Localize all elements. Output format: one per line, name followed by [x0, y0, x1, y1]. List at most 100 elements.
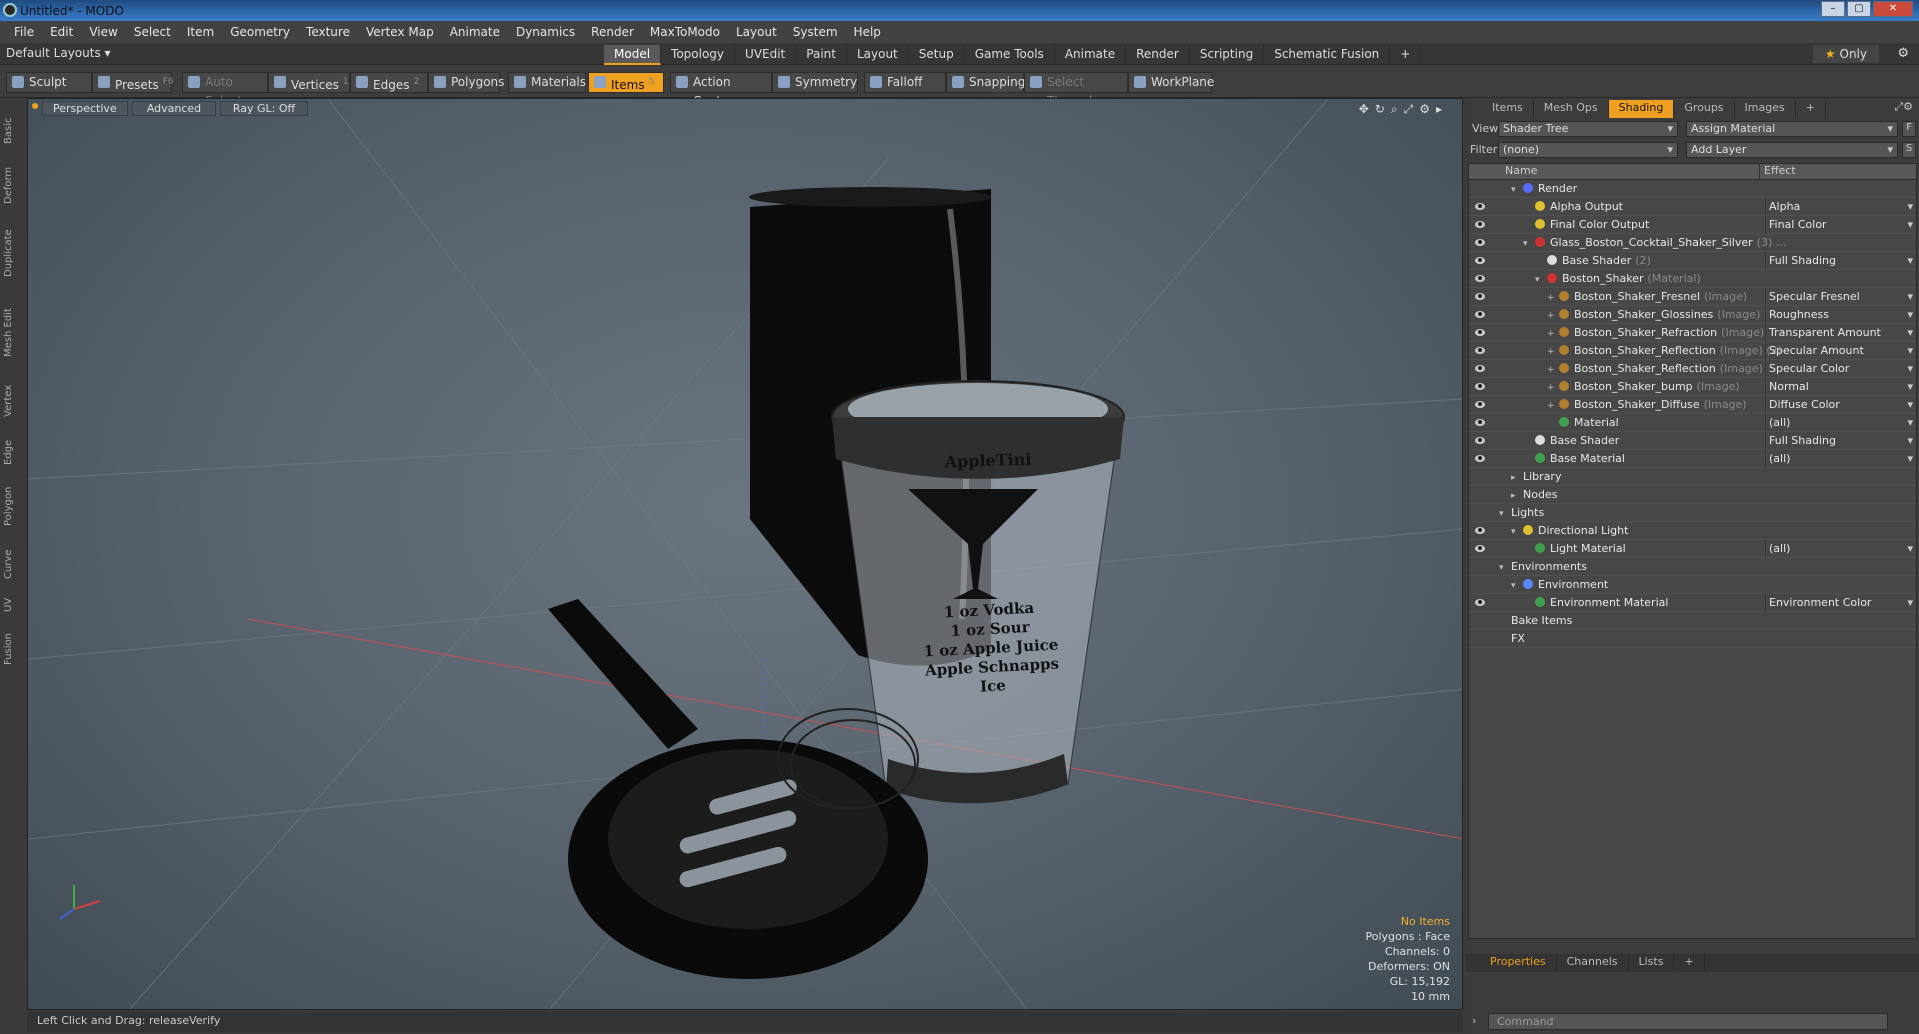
shader-tree-row[interactable]: Base Shader (2) Full Shading: [1469, 252, 1916, 270]
layout-tab[interactable]: Paint: [796, 45, 847, 65]
shader-tree-row[interactable]: + Boston_Shaker_Glossines (Image) Roughness: [1469, 306, 1916, 324]
shader-tree-row[interactable]: + Boston_Shaker_Fresnel (Image) Specular Fr…: [1469, 288, 1916, 306]
tool-tab[interactable]: Polygon: [3, 477, 21, 536]
panel-tab[interactable]: Mesh Ops: [1534, 100, 1609, 118]
shader-tree-row[interactable]: ▾ Lights: [1469, 504, 1916, 522]
expand-toggle-icon[interactable]: ▾: [1511, 577, 1523, 595]
shader-tree-row[interactable]: + Boston_Shaker_bump (Image) Normal: [1469, 378, 1916, 396]
select-through-button[interactable]: Select Through: [1024, 72, 1128, 108]
effect-dropdown[interactable]: Environment Color: [1765, 594, 1916, 612]
column-effect[interactable]: Effect: [1759, 164, 1916, 179]
menu-item[interactable]: Layout: [728, 25, 785, 39]
visibility-eye-icon[interactable]: [1475, 221, 1485, 228]
effect-dropdown[interactable]: Normal: [1765, 378, 1916, 396]
effect-dropdown[interactable]: Specular Fresnel: [1765, 288, 1916, 306]
view-dropdown[interactable]: Shader Tree: [1498, 121, 1678, 137]
assign-material-shortcut[interactable]: F: [1902, 121, 1916, 137]
snapping-button[interactable]: Snapping: [946, 72, 1025, 93]
visibility-eye-icon[interactable]: [1475, 545, 1485, 552]
polygons-button[interactable]: Polygons: [428, 72, 504, 93]
add-layer-shortcut[interactable]: S: [1902, 142, 1916, 158]
expand-toggle-icon[interactable]: ▾: [1511, 181, 1523, 199]
layout-tab[interactable]: Setup: [909, 45, 965, 65]
filter-dropdown[interactable]: (none): [1498, 142, 1678, 158]
visibility-eye-icon[interactable]: [1475, 401, 1485, 408]
gear-icon[interactable]: ⚙: [1897, 46, 1909, 61]
layout-tab[interactable]: Animate: [1055, 45, 1127, 65]
shader-tree-row[interactable]: Final Color Output Final Color: [1469, 216, 1916, 234]
command-input[interactable]: Command: [1488, 1013, 1888, 1030]
visibility-eye-icon[interactable]: [1475, 599, 1485, 606]
visibility-eye-icon[interactable]: [1475, 527, 1485, 534]
visibility-eye-icon[interactable]: [1475, 419, 1485, 426]
layout-tab[interactable]: +: [1390, 45, 1422, 65]
shader-tree-row[interactable]: Material (all): [1469, 414, 1916, 432]
shader-tree-row[interactable]: ▾ Boston_Shaker (Material): [1469, 270, 1916, 288]
menu-item[interactable]: Animate: [442, 25, 508, 39]
shader-tree-row[interactable]: Light Material (all): [1469, 540, 1916, 558]
shader-tree-row[interactable]: Alpha Output Alpha: [1469, 198, 1916, 216]
expand-toggle-icon[interactable]: +: [1547, 307, 1559, 325]
tool-tab[interactable]: Deform: [3, 159, 21, 211]
items-button[interactable]: Items 5: [588, 72, 664, 93]
effect-dropdown[interactable]: Roughness: [1765, 306, 1916, 324]
effect-dropdown[interactable]: Transparent Amount: [1765, 324, 1916, 342]
expand-toggle-icon[interactable]: ▾: [1523, 235, 1535, 253]
layout-tab[interactable]: Topology: [661, 45, 736, 65]
falloff-button[interactable]: Falloff: [864, 72, 946, 93]
visibility-eye-icon[interactable]: [1475, 275, 1485, 282]
properties-tab[interactable]: +: [1674, 954, 1705, 972]
visibility-eye-icon[interactable]: [1475, 203, 1485, 210]
visibility-eye-icon[interactable]: [1475, 257, 1485, 264]
tool-tab[interactable]: Basic: [3, 108, 21, 153]
menu-item[interactable]: Render: [583, 25, 642, 39]
menu-item[interactable]: Dynamics: [508, 25, 583, 39]
column-name[interactable]: Name: [1469, 164, 1759, 179]
shader-tree-row[interactable]: ▸ Nodes: [1469, 486, 1916, 504]
3d-viewport[interactable]: AppleTini 1 oz Vodka 1 oz Sour 1 oz Appl…: [27, 98, 1463, 1010]
vertices-button[interactable]: Vertices 1: [268, 72, 350, 93]
layout-tab[interactable]: Model: [604, 45, 662, 65]
panel-tab[interactable]: +: [1796, 100, 1826, 118]
view-mode-dropdown[interactable]: Perspective: [42, 101, 128, 116]
sculpt-button[interactable]: Sculpt: [6, 72, 92, 93]
effect-dropdown[interactable]: (all): [1765, 450, 1916, 468]
properties-tab[interactable]: Lists: [1629, 954, 1675, 972]
shader-tree-row[interactable]: + Boston_Shaker_Reflection (Image) (2) Spec…: [1469, 342, 1916, 360]
shader-tree-row[interactable]: ▾ Glass_Boston_Cocktail_Shaker_Silver (3) …: [1469, 234, 1916, 252]
visibility-eye-icon[interactable]: [1475, 383, 1485, 390]
expand-toggle-icon[interactable]: +: [1547, 379, 1559, 397]
presets-button[interactable]: Presets F6: [92, 72, 174, 93]
visibility-eye-icon[interactable]: [1475, 239, 1485, 246]
tool-tab[interactable]: UV: [3, 593, 21, 617]
minimize-button[interactable]: –: [1821, 1, 1845, 17]
effect-dropdown[interactable]: Specular Amount: [1765, 342, 1916, 360]
tool-tab[interactable]: Fusion: [3, 623, 21, 675]
ray-gl-toggle[interactable]: Ray GL: Off: [220, 101, 308, 116]
menu-item[interactable]: Select: [126, 25, 179, 39]
menu-item[interactable]: Vertex Map: [358, 25, 442, 39]
effect-dropdown[interactable]: Final Color: [1765, 216, 1916, 234]
shader-tree-row[interactable]: + Boston_Shaker_Reflection (Image) Specular…: [1469, 360, 1916, 378]
expand-toggle-icon[interactable]: +: [1547, 361, 1559, 379]
viewport-menu-icon[interactable]: [32, 103, 38, 109]
menu-item[interactable]: System: [785, 25, 846, 39]
layout-tab[interactable]: Scripting: [1190, 45, 1265, 65]
layout-tab[interactable]: Render: [1126, 45, 1190, 65]
workplane-button[interactable]: WorkPlane: [1128, 72, 1214, 93]
close-button[interactable]: ✕: [1873, 1, 1913, 17]
effect-dropdown[interactable]: Alpha: [1765, 198, 1916, 216]
expand-toggle-icon[interactable]: +: [1547, 397, 1559, 415]
materials-button[interactable]: Materials: [508, 72, 586, 93]
shader-tree-row[interactable]: ▸ Library: [1469, 468, 1916, 486]
menu-item[interactable]: View: [81, 25, 125, 39]
tool-tab[interactable]: Mesh Edit: [3, 296, 21, 369]
panel-tab[interactable]: Shading: [1608, 100, 1675, 118]
panel-tab[interactable]: Images: [1735, 100, 1796, 118]
expand-toggle-icon[interactable]: ▾: [1499, 505, 1511, 523]
edges-button[interactable]: Edges 2: [350, 72, 428, 93]
layout-tab[interactable]: Schematic Fusion: [1264, 45, 1391, 65]
shader-tree-row[interactable]: ▾ Render: [1469, 180, 1916, 198]
tool-tab[interactable]: Curve: [3, 542, 21, 587]
effect-dropdown[interactable]: Full Shading: [1765, 252, 1916, 270]
